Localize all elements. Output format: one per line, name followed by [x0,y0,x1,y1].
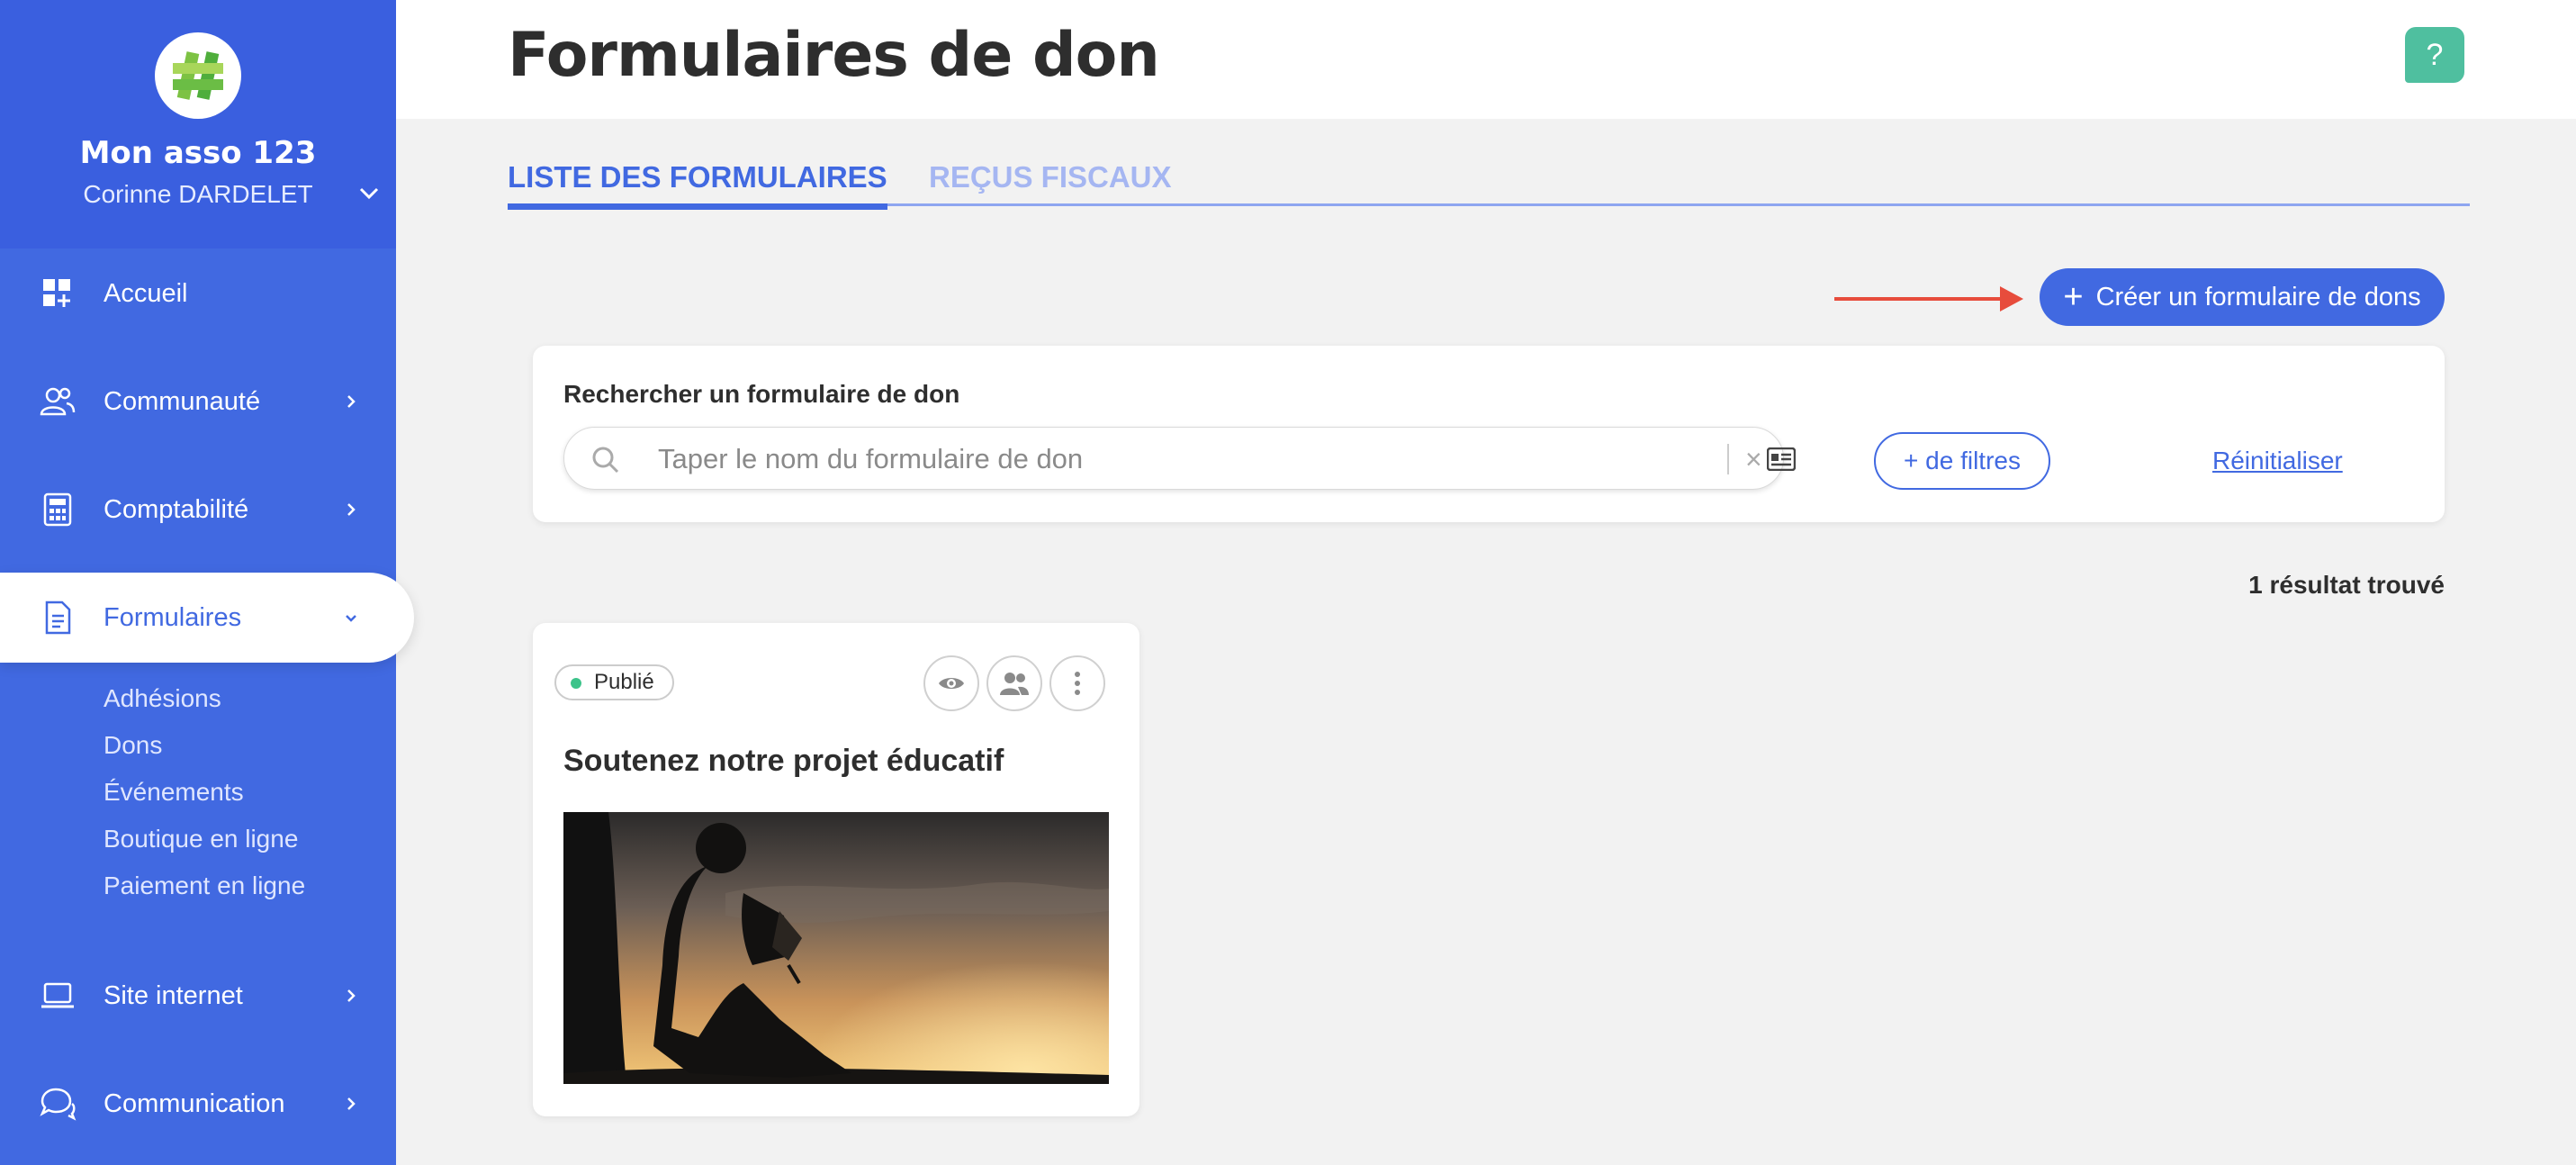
participants-button[interactable] [986,655,1042,711]
sidebar-item-accueil[interactable]: Accueil [0,248,396,339]
org-logo[interactable] [155,32,241,119]
status-dot [571,678,581,689]
form-cover-image [563,812,1109,1084]
help-button[interactable]: ? [2405,27,2464,83]
tab-liste-formulaires[interactable]: LISTE DES FORMULAIRES [508,160,887,210]
subnav-item-paiement[interactable]: Paiement en ligne [104,867,305,914]
search-input[interactable] [658,438,1693,480]
sidebar-item-communication[interactable]: Communication [0,1059,396,1149]
form-title: Soutenez notre projet éducatif [563,744,1004,778]
annotation-arrow-line [1834,297,2005,301]
users-icon [40,387,76,416]
sidebar-item-label: Communication [104,1088,285,1118]
form-card[interactable]: Publié Soutenez notre projet éducatif [533,623,1139,1116]
sidebar-header: Mon asso 123 Corinne DARDELET [0,0,396,248]
chat-icon [40,1088,77,1121]
search-box[interactable]: × [563,427,1796,490]
subnav-item-adhesions[interactable]: Adhésions [104,680,305,727]
kebab-menu-icon [1075,672,1080,695]
sidebar-item-label: Site internet [104,980,243,1010]
document-icon [45,601,71,635]
dashboard-icon [43,279,70,307]
reset-link[interactable]: Réinitialiser [2212,447,2343,475]
page-title: Formulaires de don [508,20,1160,91]
annotation-arrow-head [2000,286,2023,312]
user-name[interactable]: Corinne DARDELET [0,180,396,209]
laptop-icon [41,982,74,1008]
search-icon [592,447,619,474]
sidebar: Mon asso 123 Corinne DARDELET Accueil Co… [0,0,414,1165]
tab-recus-fiscaux[interactable]: REÇUS FISCAUX [929,160,1172,194]
more-filters-button[interactable]: + de filtres [1874,432,2050,490]
search-panel: Rechercher un formulaire de don × + de f… [533,346,2445,522]
sidebar-item-label: Accueil [104,278,188,308]
preview-button[interactable] [923,655,979,711]
chevron-right-icon [347,989,356,1002]
calculator-icon [43,492,72,527]
search-label: Rechercher un formulaire de don [563,380,960,408]
org-name: Mon asso 123 [79,135,317,171]
sidebar-item-formulaires[interactable]: Formulaires [0,573,414,663]
eye-icon [939,678,964,689]
status-badge: Publié [554,664,674,700]
more-options-button[interactable] [1049,655,1105,711]
subnav-item-dons[interactable]: Dons [104,727,305,773]
sidebar-subnav: Adhésions Dons Événements Boutique en li… [104,680,305,914]
create-form-button[interactable]: + Créer un formulaire de dons [2040,268,2445,326]
chevron-down-icon [346,615,356,622]
chevron-right-icon [347,503,356,516]
sidebar-item-label: Comptabilité [104,494,249,524]
clear-icon[interactable]: × [1745,444,1762,474]
sidebar-item-communaute[interactable]: Communauté [0,357,396,447]
status-label: Publié [594,670,654,694]
create-form-label: Créer un formulaire de dons [2095,282,2421,312]
sidebar-item-label: Communauté [104,386,261,416]
plus-icon: + [2063,278,2084,316]
chevron-down-icon[interactable] [356,180,382,205]
chevron-right-icon [347,1097,356,1110]
sidebar-item-site-internet[interactable]: Site internet [0,951,396,1041]
sidebar-item-comptabilite[interactable]: Comptabilité [0,465,396,555]
id-card-icon[interactable] [1767,447,1796,471]
subnav-item-evenements[interactable]: Événements [104,773,305,820]
search-separator [1727,444,1729,474]
result-count: 1 résultat trouvé [2248,571,2445,599]
chevron-right-icon [347,395,356,408]
page-header: Formulaires de don ? [396,0,2576,119]
subnav-item-boutique[interactable]: Boutique en ligne [104,820,305,867]
sidebar-item-label: Formulaires [104,602,242,632]
users-icon [1000,673,1029,695]
